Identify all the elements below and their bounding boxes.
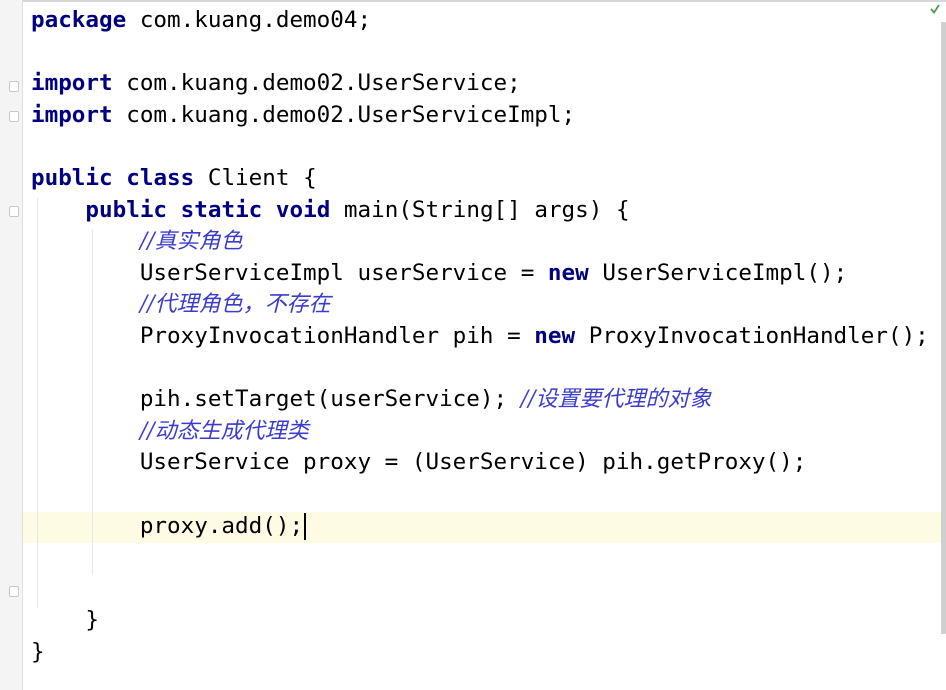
code-line[interactable]	[31, 131, 929, 163]
keyword-token: import	[31, 101, 113, 128]
keyword-token: new	[534, 322, 576, 349]
code-line[interactable]: UserService proxy = (UserService) pih.ge…	[31, 447, 929, 479]
keyword-token: package	[31, 7, 127, 33]
code-line[interactable]: import com.kuang.demo02.UserServiceImpl;	[31, 100, 929, 132]
code-line[interactable]	[31, 479, 929, 511]
code-line[interactable]: public static void main(String[] args) {	[31, 195, 929, 227]
fold-marker-icon[interactable]	[9, 111, 19, 122]
code-area[interactable]: package com.kuang.demo04; import com.kua…	[31, 5, 929, 668]
code-token: com.kuang.demo04;	[126, 7, 372, 33]
keyword-token: class	[126, 164, 195, 191]
vertical-scrollbar[interactable]	[941, 22, 946, 634]
code-editor[interactable]: package com.kuang.demo04; import com.kua…	[0, 0, 946, 690]
code-line[interactable]: //真实角色	[31, 226, 929, 258]
fold-marker-icon[interactable]	[9, 81, 19, 92]
keyword-token: public	[31, 164, 113, 191]
keyword-token: import	[31, 70, 113, 97]
comment-token: //设置要代理的对象	[520, 387, 712, 413]
editor-top-border	[0, 0, 946, 2]
code-token: proxy.add();	[31, 512, 304, 539]
keyword-token: void	[275, 196, 331, 223]
keyword-token: public	[85, 196, 168, 223]
code-token: main(String[] args) {	[330, 196, 630, 223]
code-token: ProxyInvocationHandler pih =	[31, 322, 535, 349]
code-line[interactable]: proxy.add();	[31, 511, 929, 543]
code-line[interactable]	[31, 37, 929, 69]
editor-gutter[interactable]	[0, 0, 23, 690]
code-line[interactable]: //代理角色，不存在	[31, 289, 929, 321]
code-token: pih.setTarget(userService);	[31, 386, 521, 413]
code-token: UserServiceImpl userService =	[31, 259, 548, 286]
comment-token: //代理角色，不存在	[139, 292, 331, 318]
keyword-token: static	[180, 196, 263, 223]
code-token: }	[31, 638, 45, 665]
code-line[interactable]	[31, 542, 929, 574]
code-token: com.kuang.demo02.UserService;	[112, 70, 521, 97]
code-token: com.kuang.demo02.UserServiceImpl;	[112, 101, 576, 128]
code-line[interactable]: package com.kuang.demo04;	[31, 5, 929, 37]
code-token: Client {	[194, 164, 317, 191]
fold-marker-icon[interactable]	[9, 586, 19, 597]
code-line[interactable]: import com.kuang.demo02.UserService;	[31, 68, 929, 100]
comment-token: //真实角色	[139, 229, 243, 255]
code-token: UserService proxy = (UserService) pih.ge…	[31, 449, 807, 476]
code-line[interactable]: }	[31, 637, 929, 669]
comment-token: //动态生成代理类	[139, 418, 309, 444]
code-token: UserServiceImpl();	[588, 259, 848, 286]
code-line[interactable]: public class Client {	[31, 163, 929, 195]
code-token: ProxyInvocationHandler();	[575, 322, 929, 349]
code-line[interactable]	[31, 574, 929, 606]
code-line[interactable]	[31, 353, 929, 385]
code-line[interactable]: //动态生成代理类	[31, 416, 929, 448]
code-line[interactable]: UserServiceImpl userService = new UserSe…	[31, 258, 929, 290]
text-caret	[304, 512, 307, 540]
code-line[interactable]: ProxyInvocationHandler pih = new ProxyIn…	[31, 321, 929, 353]
code-line[interactable]: pih.setTarget(userService); //设置要代理的对象	[31, 384, 929, 416]
code-token: }	[31, 607, 100, 634]
check-icon	[930, 4, 940, 14]
code-line[interactable]: }	[31, 605, 929, 637]
keyword-token: new	[547, 259, 589, 286]
fold-marker-icon[interactable]	[9, 206, 19, 217]
